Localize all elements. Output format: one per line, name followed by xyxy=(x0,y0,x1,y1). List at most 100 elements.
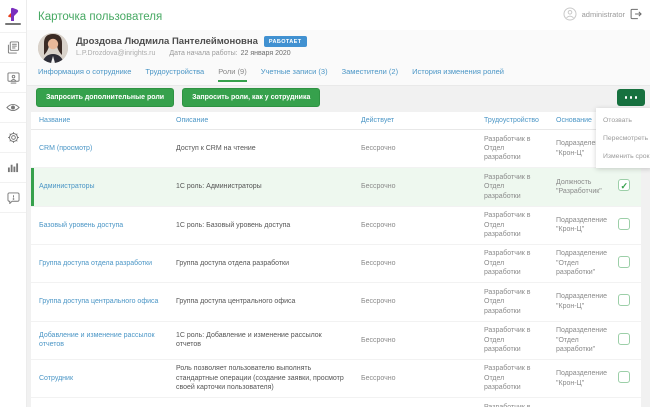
roles-table: Название Описание Действует Трудоустройс… xyxy=(31,112,641,407)
start-date: Дата начала работы:22 января 2020 xyxy=(169,50,290,57)
sidebar-item-documents[interactable] xyxy=(0,33,26,63)
user-screen-icon xyxy=(7,72,20,84)
row-checkbox[interactable] xyxy=(618,179,630,191)
request-additional-roles-button[interactable]: Запросить дополнительные роли xyxy=(36,88,174,107)
table-row: Базовый уровень доступа1С роль: Базовый … xyxy=(31,206,641,244)
sidebar-item-workstation[interactable] xyxy=(0,63,26,93)
role-employment: Разработчик в Отдел разработки xyxy=(476,130,548,168)
actions-dropdown: Отозвать Пересмотреть Изменить срок xyxy=(596,108,650,168)
sidebar-item-monitoring[interactable] xyxy=(0,93,26,123)
column-header-description[interactable]: Описание xyxy=(168,112,353,130)
status-badge: РАБОТАЕТ xyxy=(264,36,307,47)
role-basis: Подразделение "Отдел разработки" xyxy=(548,244,610,282)
roles-table-card: Название Описание Действует Трудоустройс… xyxy=(31,112,641,407)
app-logo[interactable] xyxy=(0,0,26,33)
gear-icon xyxy=(7,131,20,144)
role-name-link[interactable]: Группа доступа центрального офиса xyxy=(31,283,168,321)
role-validity: Бессрочно xyxy=(353,130,476,168)
role-name-link[interactable]: Группа доступа отдела разработки xyxy=(31,244,168,282)
employee-name: Дроздова Людмила Пантелеймоновна xyxy=(76,36,258,47)
row-checkbox[interactable] xyxy=(618,256,630,268)
table-row: CRM (просмотр)Доступ к CRM на чтениеБесс… xyxy=(31,130,641,168)
column-header-name[interactable]: Название xyxy=(31,112,168,130)
table-row: Администраторы1С роль: АдминистраторыБес… xyxy=(31,168,641,206)
role-employment: Разработчик в Отдел разработки xyxy=(476,398,548,407)
tab-role-history[interactable]: История изменения ролей xyxy=(412,67,504,82)
role-validity: Бессрочно xyxy=(353,398,476,407)
role-validity: Бессрочно xyxy=(353,168,476,206)
role-name-link[interactable]: Добавление и изменение рассылок отчетов xyxy=(31,321,168,359)
role-validity: Бессрочно xyxy=(353,283,476,321)
tab-employee-info[interactable]: Информация о сотруднике xyxy=(38,67,131,82)
tab-employments[interactable]: Трудоустройства xyxy=(145,67,204,82)
employee-email: L.P.Drozdova@inrights.ru xyxy=(76,50,155,57)
role-name-link[interactable]: CRM (просмотр) xyxy=(31,130,168,168)
menu-item-review[interactable]: Пересмотреть xyxy=(596,129,650,147)
role-validity: Бессрочно xyxy=(353,244,476,282)
row-checkbox[interactable] xyxy=(618,333,630,345)
profile-header: Дроздова Людмила Пантелеймоновна РАБОТАЕ… xyxy=(27,30,650,86)
sidebar-item-feedback[interactable] xyxy=(0,183,26,213)
tab-roles[interactable]: Роли (9) xyxy=(218,67,247,82)
role-basis: Подразделение "Крон-Ц" xyxy=(548,359,610,397)
role-employment: Разработчик в Отдел разработки xyxy=(476,244,548,282)
table-row: Добавление и изменение рассылок отчетов1… xyxy=(31,321,641,359)
column-header-employment[interactable]: Трудоустройство xyxy=(476,112,548,130)
chat-icon xyxy=(7,192,20,204)
role-validity: Бессрочно xyxy=(353,321,476,359)
avatar xyxy=(38,33,68,63)
role-employment: Разработчик в Отдел разработки xyxy=(476,168,548,206)
tab-bar: Информация о сотруднике Трудоустройства … xyxy=(38,67,504,82)
role-description: Доступ к CRM на чтение xyxy=(168,130,353,168)
page-title: Карточка пользователя xyxy=(38,11,162,23)
role-basis: Подразделение "Крон-Ц" xyxy=(548,206,610,244)
logo-wordmark xyxy=(5,23,21,25)
role-basis: Подразделение "Отдел разработки" xyxy=(548,321,610,359)
logo-icon xyxy=(7,7,20,22)
tab-accounts[interactable]: Учетные записи (3) xyxy=(261,67,328,82)
sidebar-item-reports[interactable] xyxy=(0,153,26,183)
sidebar-item-settings[interactable] xyxy=(0,123,26,153)
menu-item-revoke[interactable]: Отозвать xyxy=(596,111,650,129)
logout-icon[interactable] xyxy=(630,8,642,20)
menu-item-change-term[interactable]: Изменить срок xyxy=(596,147,650,165)
bar-chart-icon xyxy=(7,162,19,173)
row-checkbox[interactable] xyxy=(618,294,630,306)
role-validity: Бессрочно xyxy=(353,206,476,244)
account-icon[interactable] xyxy=(563,7,577,21)
table-row: Группа доступа отдела разработкиГруппа д… xyxy=(31,244,641,282)
role-validity: Бессрочно xyxy=(353,359,476,397)
role-employment: Разработчик в Отдел разработки xyxy=(476,359,548,397)
role-employment: Разработчик в Отдел разработки xyxy=(476,283,548,321)
role-description: Группа доступа центрального офиса xyxy=(168,283,353,321)
role-basis: Должность "Разработчик" xyxy=(548,168,610,206)
role-description: Роль позволяет пользователю выполнять ст… xyxy=(168,359,353,397)
role-description: Группа доступа отдела разработки xyxy=(168,244,353,282)
table-row: Учетная запись 1С БессрочноРазработчик в … xyxy=(31,398,641,407)
table-row: СотрудникРоль позволяет пользователю вып… xyxy=(31,359,641,397)
role-name-link[interactable]: Учетная запись 1С xyxy=(31,398,168,407)
role-employment: Разработчик в Отдел разработки xyxy=(476,206,548,244)
role-basis: Подразделение "Крон-Ц" xyxy=(548,283,610,321)
current-user-name: administrator xyxy=(582,10,625,19)
main-content: Запросить дополнительные роли Запросить … xyxy=(27,86,650,407)
role-description: 1С роль: Администраторы xyxy=(168,168,353,206)
role-name-link[interactable]: Базовый уровень доступа xyxy=(31,206,168,244)
column-header-valid[interactable]: Действует xyxy=(353,112,476,130)
more-actions-button[interactable] xyxy=(617,89,645,106)
sidebar xyxy=(0,0,27,407)
role-employment: Разработчик в Отдел разработки xyxy=(476,321,548,359)
role-name-link[interactable]: Администраторы xyxy=(31,168,168,206)
request-roles-like-employee-button[interactable]: Запросить роли, как у сотрудника xyxy=(182,88,320,107)
role-name-link[interactable]: Сотрудник xyxy=(31,359,168,397)
table-row: Группа доступа центрального офисаГруппа … xyxy=(31,283,641,321)
table-header-row: Название Описание Действует Трудоустройс… xyxy=(31,112,641,130)
tab-deputies[interactable]: Заместители (2) xyxy=(342,67,399,82)
row-checkbox[interactable] xyxy=(618,371,630,383)
role-basis: Подразделение "Крон-Ц" xyxy=(548,398,610,407)
role-description xyxy=(168,398,353,407)
documents-icon xyxy=(7,41,20,54)
topbar: Карточка пользователя administrator xyxy=(27,0,650,30)
row-checkbox[interactable] xyxy=(618,218,630,230)
eye-icon xyxy=(6,103,20,112)
